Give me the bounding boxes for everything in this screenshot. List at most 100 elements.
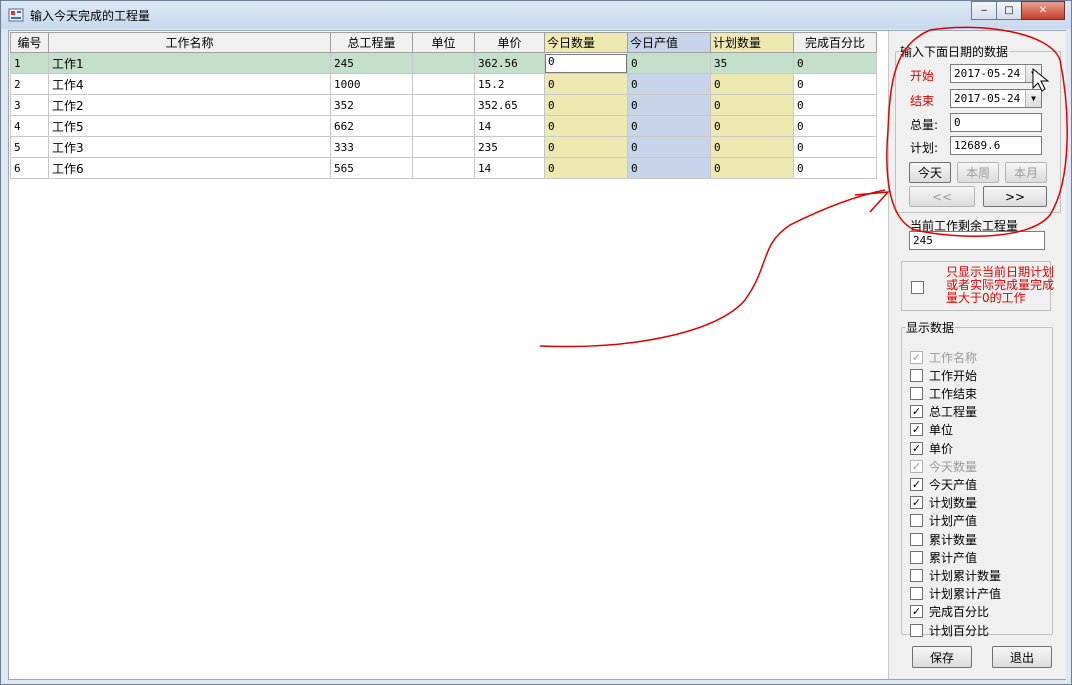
display-option[interactable]: ✓ 单价 [910,439,953,457]
cell-price[interactable]: 352.65 [474,94,545,116]
cell-unit[interactable] [412,52,475,74]
cell-today-qty[interactable]: 0 [544,94,628,116]
display-option[interactable]: ✓ 完成百分比 [910,603,989,621]
cell-total[interactable]: 333 [330,136,413,158]
display-option-checkbox[interactable]: ✓ [910,405,923,419]
display-option-checkbox[interactable]: ✓ [910,477,923,491]
cell-plan-qty[interactable]: 0 [710,157,794,179]
exit-button[interactable]: 退出 [992,646,1052,668]
col-header-today-qty[interactable]: 今日数量 [544,32,628,53]
cell-unit[interactable] [412,73,475,95]
cell-id[interactable]: 4 [10,115,49,137]
display-option[interactable]: 计划产值 [910,512,977,530]
cell-plan-qty[interactable]: 0 [710,73,794,95]
display-option[interactable]: 计划百分比 [910,621,989,639]
display-option-checkbox[interactable] [910,568,923,582]
cell-today-qty[interactable]: 0 [544,52,628,74]
cell-today-qty[interactable]: 0 [544,157,628,179]
today-qty-editor[interactable]: 0 [545,53,627,73]
display-option[interactable]: ✓ 今天数量 [910,457,977,475]
cell-today-value[interactable]: 0 [627,115,711,137]
cell-unit[interactable] [412,157,475,179]
display-option[interactable]: ✓ 单位 [910,421,953,439]
cell-total[interactable]: 565 [330,157,413,179]
filter-checkbox[interactable] [911,281,924,294]
cell-today-qty[interactable]: 0 [544,115,628,137]
cell-name[interactable]: 工作3 [48,136,331,158]
display-option[interactable]: ✓ 计划数量 [910,494,977,512]
end-date-picker[interactable]: 2017-05-24 ▼ [950,89,1042,108]
cell-name[interactable]: 工作4 [48,73,331,95]
cell-today-qty[interactable]: 0 [544,73,628,95]
today-button[interactable]: 今天 [909,162,951,183]
remaining-field[interactable]: 245 [909,231,1045,250]
cell-today-value[interactable]: 0 [627,52,711,74]
display-option-checkbox[interactable]: ✓ [910,605,923,619]
display-option[interactable]: 工作结束 [910,384,977,402]
table-row[interactable]: 1 工作1 245 362.56 0 0 35 0 [10,52,877,74]
restore-button[interactable]: □ [996,1,1022,20]
display-option[interactable]: ✓ 总工程量 [910,403,977,421]
plan-field[interactable]: 12689.6 [950,136,1042,155]
work-table[interactable]: 编号 工作名称 总工程量 单位 单价 今日数量 今日产值 计划数量 完成百分比 … [10,32,877,179]
cell-pct[interactable]: 0 [793,136,877,158]
cell-name[interactable]: 工作1 [48,52,331,74]
display-option[interactable]: 计划累计产值 [910,585,1001,603]
table-row[interactable]: 3 工作2 352 352.65 0 0 0 0 [10,94,877,116]
col-header-price[interactable]: 单价 [474,32,545,53]
display-option-checkbox[interactable]: ✓ [910,441,923,455]
col-header-name[interactable]: 工作名称 [48,32,331,53]
cell-pct[interactable]: 0 [793,52,877,74]
chevron-down-icon[interactable]: ▼ [1025,65,1041,82]
cell-today-value[interactable]: 0 [627,136,711,158]
next-period-button[interactable]: >> [983,186,1047,207]
chevron-down-icon[interactable]: ▼ [1025,90,1041,107]
cell-unit[interactable] [412,94,475,116]
col-header-total[interactable]: 总工程量 [330,32,413,53]
cell-today-value[interactable]: 0 [627,73,711,95]
display-option[interactable]: 计划累计数量 [910,566,1001,584]
cell-total[interactable]: 352 [330,94,413,116]
cell-pct[interactable]: 0 [793,73,877,95]
cell-plan-qty[interactable]: 0 [710,136,794,158]
cell-id[interactable]: 5 [10,136,49,158]
minimize-button[interactable]: ‒ [971,1,997,20]
cell-total[interactable]: 662 [330,115,413,137]
display-option-checkbox[interactable]: ✓ [910,423,923,437]
display-option-checkbox[interactable]: ✓ [910,496,923,510]
display-option-checkbox[interactable] [910,532,923,546]
table-row[interactable]: 4 工作5 662 14 0 0 0 0 [10,115,877,137]
display-option-checkbox[interactable] [910,386,923,400]
total-field[interactable]: 0 [950,113,1042,132]
cell-plan-qty[interactable]: 0 [710,94,794,116]
display-option-checkbox[interactable]: ✓ [910,350,923,364]
table-row[interactable]: 6 工作6 565 14 0 0 0 0 [10,157,877,179]
display-option[interactable]: ✓ 今天产值 [910,475,977,493]
cell-today-value[interactable]: 0 [627,94,711,116]
col-header-id[interactable]: 编号 [10,32,49,53]
cell-today-value[interactable]: 0 [627,157,711,179]
display-option-checkbox[interactable] [910,368,923,382]
cell-id[interactable]: 6 [10,157,49,179]
start-date-picker[interactable]: 2017-05-24 ▼ [950,64,1042,83]
cell-plan-qty[interactable]: 35 [710,52,794,74]
cell-price[interactable]: 14 [474,157,545,179]
display-option[interactable]: ✓ 工作名称 [910,348,977,366]
cell-id[interactable]: 3 [10,94,49,116]
display-option[interactable]: 累计产值 [910,548,977,566]
col-header-unit[interactable]: 单位 [412,32,475,53]
this-month-button[interactable]: 本月 [1005,162,1047,183]
save-button[interactable]: 保存 [912,646,972,668]
close-button[interactable]: ✕ [1021,1,1065,20]
col-header-pct[interactable]: 完成百分比 [793,32,877,53]
cell-pct[interactable]: 0 [793,115,877,137]
cell-id[interactable]: 2 [10,73,49,95]
display-option-checkbox[interactable] [910,514,923,528]
display-option-checkbox[interactable] [910,587,923,601]
cell-pct[interactable]: 0 [793,94,877,116]
cell-price[interactable]: 14 [474,115,545,137]
cell-name[interactable]: 工作2 [48,94,331,116]
cell-name[interactable]: 工作6 [48,157,331,179]
col-header-today-value[interactable]: 今日产值 [627,32,711,53]
cell-price[interactable]: 362.56 [474,52,545,74]
